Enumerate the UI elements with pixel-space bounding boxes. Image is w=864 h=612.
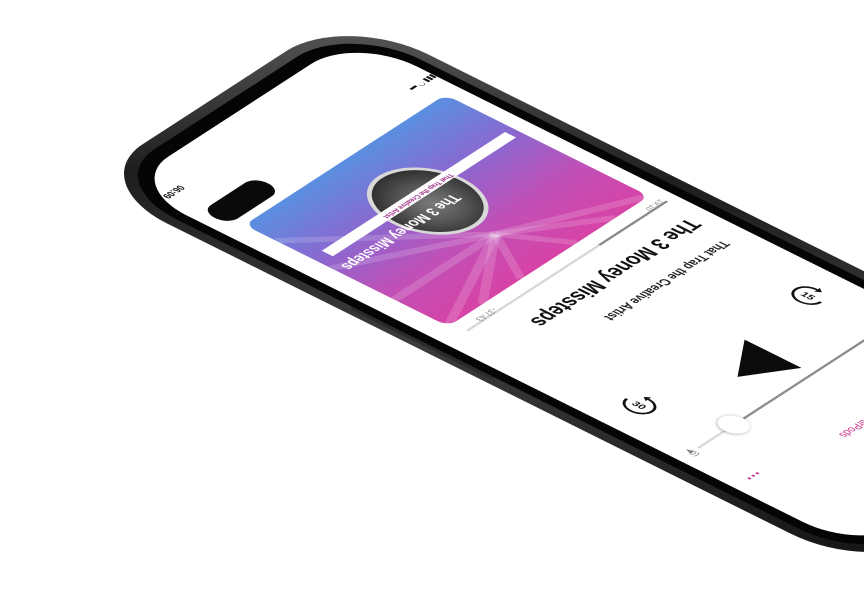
- remaining-time: -37:43: [472, 306, 500, 323]
- play-button[interactable]: [689, 328, 821, 403]
- audio-output-button[interactable]: Sarah's AirPods: [836, 398, 864, 440]
- status-time: 06:09: [159, 183, 188, 201]
- elapsed-time: 19:10: [642, 197, 668, 213]
- skip-forward-button[interactable]: 30: [610, 388, 669, 421]
- battery-icon: ▬: [407, 84, 422, 93]
- play-icon: [709, 339, 802, 391]
- skip-back-button[interactable]: 15: [779, 279, 838, 312]
- status-icons: ▮▮▮ ◠ ▬: [407, 73, 438, 92]
- phone-mockup: 06:09 ▮▮▮ ◠ ▬ That Trap the Creative Art…: [84, 13, 864, 576]
- player-screen: 06:09 ▮▮▮ ◠ ▬ That Trap the Creative Art…: [124, 35, 864, 553]
- more-options-button[interactable]: ...: [741, 469, 774, 488]
